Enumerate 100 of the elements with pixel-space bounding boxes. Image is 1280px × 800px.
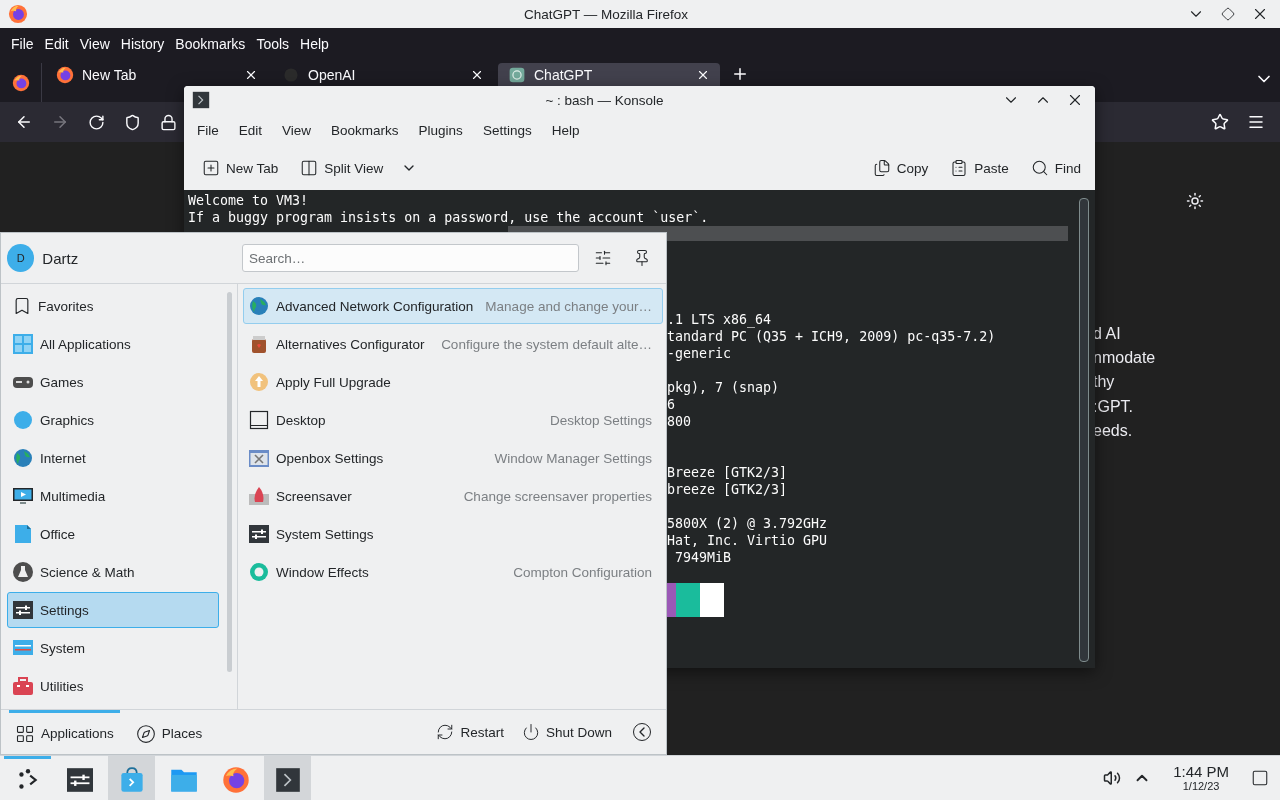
menu-item[interactable]: View — [74, 34, 115, 54]
menu-item[interactable]: Plugins — [411, 120, 470, 140]
app-name: Alternatives Configurator — [276, 336, 425, 352]
category-item[interactable]: Favorites — [7, 288, 219, 324]
category-item[interactable]: All Applications — [7, 326, 219, 362]
scrollbar[interactable] — [1079, 198, 1089, 662]
category-label: Office — [40, 526, 75, 542]
app-name: Apply Full Upgrade — [276, 374, 391, 390]
toolbar-button[interactable]: New Tab — [198, 155, 283, 181]
browser-tab[interactable]: ChatGPT — [498, 63, 720, 86]
menu-icon — [1247, 113, 1265, 131]
search-icon — [1030, 159, 1049, 177]
session-button[interactable]: Restart — [432, 719, 508, 745]
category-item[interactable]: Office — [7, 516, 219, 552]
terminal-line: 7949MiB — [674, 550, 732, 565]
menu-item[interactable]: History — [115, 34, 170, 54]
terminal-line: pkg), 7 (snap) — [667, 380, 780, 395]
app-item[interactable]: Screensaver Change screensaver properties — [243, 478, 663, 514]
toolbar-button[interactable]: Paste — [946, 155, 1013, 181]
menu-item[interactable]: Edit — [39, 34, 74, 54]
volume-icon[interactable] — [1103, 769, 1122, 787]
desktop-icon — [1251, 769, 1269, 787]
sliders-icon — [66, 766, 93, 793]
category-item[interactable]: Utilities — [7, 668, 219, 704]
restart-icon — [436, 723, 455, 741]
lock-icon — [159, 113, 177, 131]
new-tab-icon — [202, 159, 220, 177]
toolbar-button[interactable]: Find — [1026, 155, 1085, 181]
menu-item[interactable]: Tools — [251, 34, 295, 54]
sliders-icon — [12, 599, 34, 621]
terminal-line: 6 — [667, 397, 675, 412]
app-item[interactable]: Window Effects Compton Configuration — [243, 554, 663, 590]
menu-item[interactable]: Settings — [475, 120, 539, 140]
shield-icon — [123, 113, 141, 131]
flame-icon — [248, 485, 270, 507]
menu-item[interactable]: View — [275, 120, 319, 140]
copy-icon — [872, 159, 891, 177]
app-item[interactable]: System Settings — [243, 516, 663, 552]
document-icon — [12, 523, 34, 545]
category-label: Multimedia — [40, 488, 106, 504]
app-item[interactable]: Advanced Network Configuration Manage and change your… — [243, 288, 663, 324]
category-item[interactable]: Graphics — [7, 402, 219, 438]
clock-date[interactable]: 1/12/23 — [1182, 780, 1220, 793]
menu-item[interactable]: File — [6, 34, 39, 54]
toolbar-button[interactable]: Copy — [868, 155, 933, 181]
session-button[interactable]: Shut Down — [517, 719, 616, 745]
category-label: Favorites — [38, 298, 94, 314]
terminal-icon — [274, 766, 301, 793]
scrollbar[interactable] — [227, 292, 232, 672]
reload-icon — [87, 113, 105, 131]
app-name: Window Effects — [276, 564, 369, 580]
category-label: Internet — [40, 450, 86, 466]
toolbar-button[interactable]: Split View — [296, 155, 388, 181]
search-field[interactable]: Search… — [241, 244, 580, 272]
app-description: Configure the system default alte… — [440, 336, 652, 352]
category-item[interactable]: Settings — [7, 592, 219, 628]
launcher-tab[interactable]: Places — [129, 710, 209, 754]
app-description: Manage and change your… — [484, 298, 652, 314]
app-item[interactable]: Apply Full Upgrade — [243, 364, 663, 400]
app-description: Window Manager Settings — [493, 450, 652, 466]
clock-time[interactable]: 1:44 PM — [1173, 763, 1229, 780]
menu-item[interactable]: Edit — [231, 120, 270, 140]
power-icon — [521, 723, 540, 741]
terminal-line: Welcome to VM3! — [188, 193, 309, 208]
terminal-line: 5800X (2) @ 3.792GHz — [667, 516, 828, 531]
app-item[interactable]: Alternatives Configurator Configure the system default alte… — [243, 326, 663, 362]
app-item[interactable]: Openbox Settings Window Manager Settings — [243, 440, 663, 476]
category-label: System — [40, 640, 85, 656]
category-item[interactable]: Science & Math — [7, 554, 219, 590]
user-avatar: D — [7, 244, 35, 272]
category-item[interactable]: Internet — [7, 440, 219, 476]
app-item[interactable]: Desktop Desktop Settings — [243, 402, 663, 438]
openbox-icon — [248, 447, 270, 469]
category-item[interactable]: System — [7, 630, 219, 666]
category-label: Science & Math — [40, 564, 135, 580]
taskbar-item[interactable] — [264, 756, 311, 800]
app-description: Compton Configuration — [512, 564, 652, 580]
firefox-icon — [8, 4, 28, 24]
clipboard-icon — [950, 159, 969, 177]
monitor-icon — [12, 485, 34, 507]
sliders-icon — [594, 249, 613, 267]
back-icon — [15, 113, 33, 131]
star-icon — [1211, 113, 1229, 131]
terminal-line: Breeze [GTK2/3] — [667, 465, 788, 480]
window-title: ~ : bash — Konsole — [544, 92, 665, 108]
terminal-icon — [192, 91, 210, 109]
menu-item[interactable]: Help — [544, 120, 587, 140]
category-item[interactable]: Games — [7, 364, 219, 400]
menu-item[interactable]: File — [190, 120, 226, 140]
browser-tab[interactable]: OpenAI — [272, 63, 494, 86]
browser-tab[interactable]: New Tab — [46, 63, 268, 86]
sun-icon[interactable] — [1186, 192, 1204, 210]
category-item[interactable]: Multimedia — [7, 478, 219, 514]
page-text: eeds. — [1093, 420, 1134, 441]
menu-item[interactable]: Bookmarks — [170, 34, 251, 54]
terminal-line: 800 — [667, 414, 692, 429]
menu-item[interactable]: Help — [295, 34, 334, 54]
circle-icon — [12, 409, 34, 431]
page-text: :GPT. — [1093, 396, 1134, 417]
menu-item[interactable]: Bookmarks — [324, 120, 406, 140]
